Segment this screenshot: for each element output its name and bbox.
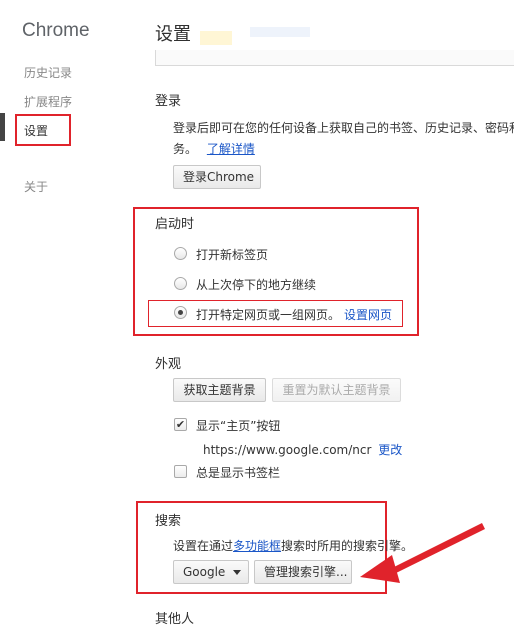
- signin-description-tail: 务。: [173, 142, 198, 156]
- option-continue-label: 从上次停下的地方继续: [196, 278, 317, 292]
- show-bookmarks-label: 总是显示书签栏: [196, 466, 281, 480]
- show-home-label: 显示“主页”按钮: [196, 419, 281, 433]
- signin-description-line2: 务。 了解详情: [173, 140, 255, 157]
- radio-specific-pages[interactable]: [174, 306, 187, 319]
- annotation-arrow-icon: [360, 523, 485, 583]
- manage-search-engines-button[interactable]: 管理搜索引擎...: [254, 560, 352, 584]
- reset-theme-button[interactable]: 重置为默认主题背景: [272, 378, 401, 402]
- radio-new-tab[interactable]: [174, 247, 187, 260]
- radio-continue[interactable]: [174, 277, 187, 290]
- search-field-blur: [200, 31, 232, 45]
- omnibox-link[interactable]: 多功能框: [233, 539, 281, 553]
- people-section-title: 其他人: [155, 612, 195, 627]
- signin-section-title: 登录: [155, 94, 182, 109]
- appearance-section-title: 外观: [155, 357, 182, 372]
- search-field-blur: [250, 27, 310, 37]
- set-pages-link[interactable]: 设置网页: [344, 306, 392, 323]
- signin-chrome-button[interactable]: 登录Chrome: [173, 165, 261, 189]
- option-new-tab-label: 打开新标签页: [196, 248, 269, 262]
- chrome-brand: Chrome: [22, 20, 90, 41]
- change-home-link[interactable]: 更改: [378, 443, 402, 457]
- sidebar-item-about[interactable]: 关于: [24, 178, 48, 195]
- search-desc-prefix: 设置在通过: [173, 539, 234, 553]
- page-title: 设置: [155, 24, 191, 45]
- sidebar-item-settings[interactable]: 设置: [24, 122, 48, 139]
- search-settings-field[interactable]: [155, 50, 514, 66]
- search-engine-select[interactable]: Google: [173, 560, 249, 584]
- signin-description: 登录后即可在您的任何设备上获取自己的书签、历史记录、密码和其他设置。此外，您还会…: [173, 121, 514, 135]
- sidebar-item-history[interactable]: 历史记录: [24, 64, 72, 81]
- show-home-checkbox[interactable]: ✔: [174, 418, 187, 431]
- option-specific-pages-label: 打开特定网页或一组网页。: [196, 308, 341, 322]
- learn-more-link[interactable]: 了解详情: [207, 142, 255, 156]
- home-url-row: https://www.google.com/ncr 更改: [203, 441, 402, 458]
- show-bookmarks-checkbox[interactable]: [174, 465, 187, 478]
- search-engine-value: Google: [183, 565, 226, 579]
- search-section-title: 搜索: [155, 514, 182, 529]
- home-url: https://www.google.com/ncr: [203, 443, 372, 457]
- active-indicator: [0, 113, 5, 141]
- startup-section-title: 启动时: [155, 217, 195, 232]
- dropdown-arrow-icon: [233, 570, 241, 575]
- sidebar-item-extensions[interactable]: 扩展程序: [24, 93, 72, 110]
- get-themes-button[interactable]: 获取主题背景: [173, 378, 266, 402]
